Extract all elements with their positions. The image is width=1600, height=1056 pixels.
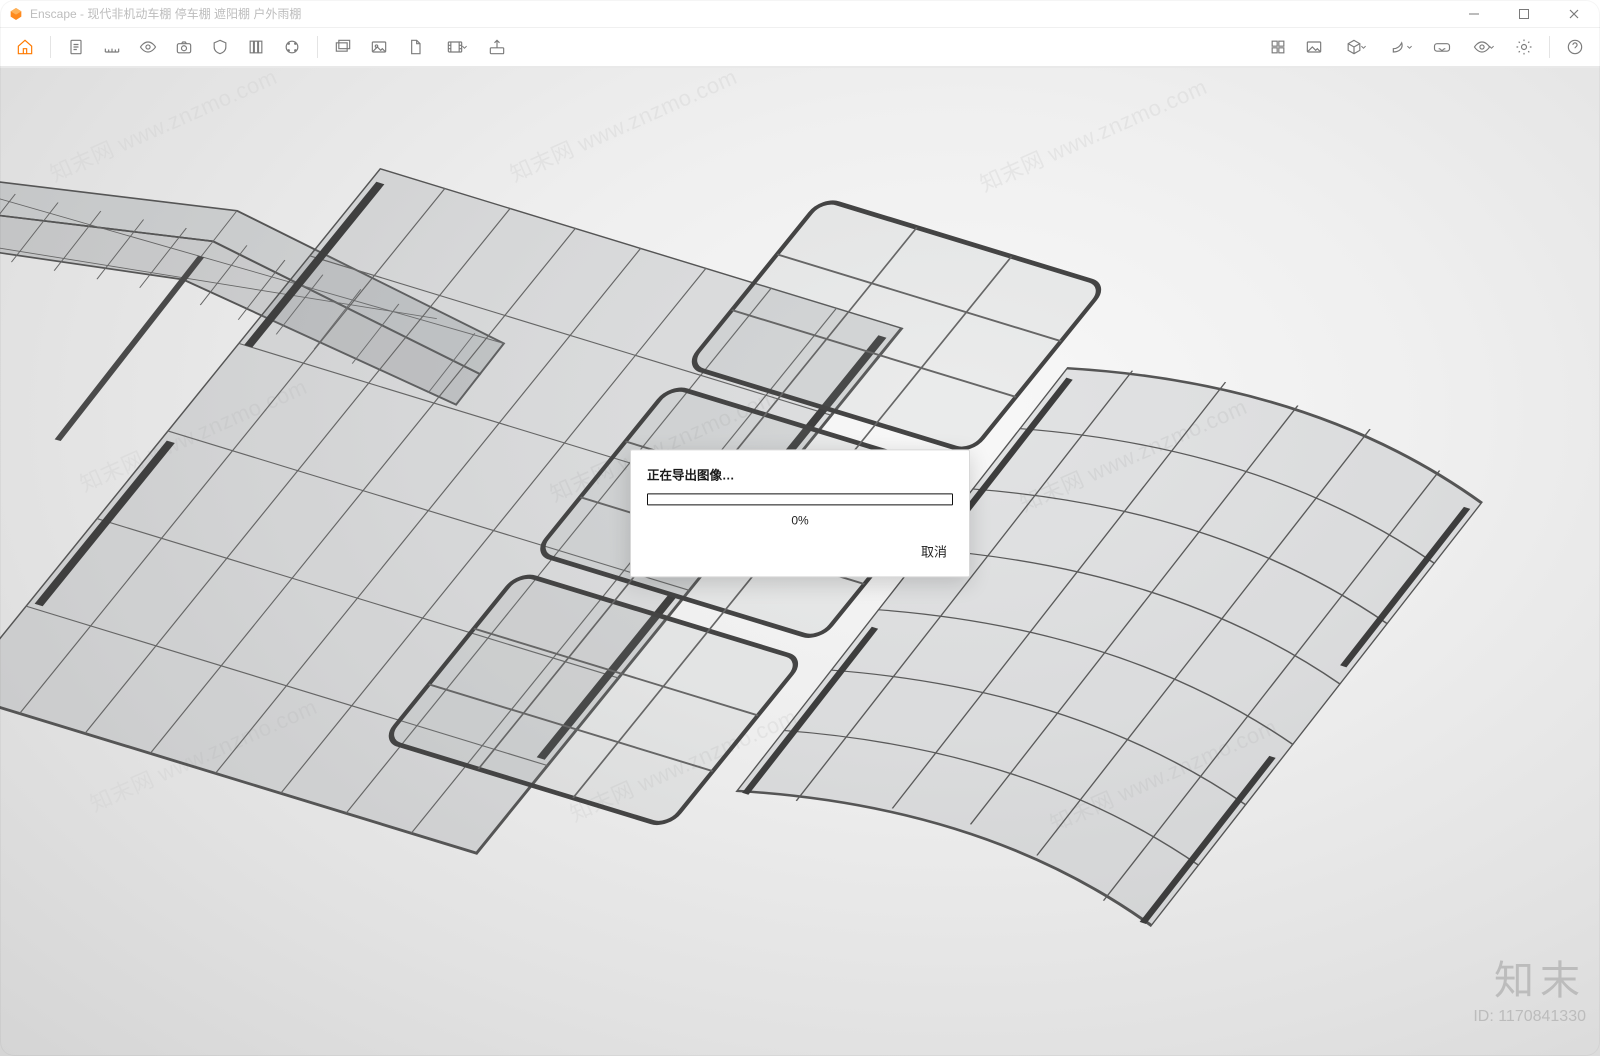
app-name: Enscape: [30, 7, 77, 21]
materials-button[interactable]: [239, 31, 273, 63]
mono-button[interactable]: [398, 31, 432, 63]
settings-button[interactable]: [1507, 31, 1541, 63]
live-button[interactable]: [95, 31, 129, 63]
window-close-button[interactable]: [1552, 0, 1596, 28]
camera-icon: [174, 37, 194, 57]
brand-name: 知末: [1473, 948, 1586, 1006]
toolbar: [0, 28, 1600, 68]
views-button[interactable]: [167, 31, 201, 63]
feedback-dropdown[interactable]: [1379, 31, 1423, 63]
start-button[interactable]: [59, 31, 93, 63]
close-icon: [1568, 8, 1580, 20]
export-progress-dialog: 正在导出图像… 0% 取消: [630, 449, 970, 577]
watermark: 知末网 www.znzmo.com: [504, 68, 741, 189]
home-icon: [15, 37, 35, 57]
chevron-down-icon: [1488, 44, 1495, 51]
image-button[interactable]: [1297, 31, 1331, 63]
window-maximize-button[interactable]: [1502, 0, 1546, 28]
dialog-message: 正在导出图像…: [647, 464, 953, 483]
title-sep: -: [77, 7, 88, 21]
brand-id: ID: 1170841330: [1473, 1008, 1586, 1026]
chevron-down-icon: [461, 44, 468, 51]
window-minimize-button[interactable]: [1452, 0, 1496, 28]
site-button[interactable]: [1261, 31, 1295, 63]
app-logo-icon: [8, 6, 24, 22]
toolbar-divider: [317, 36, 318, 58]
watermark-brand: 知末 ID: 1170841330: [1473, 948, 1586, 1026]
document-icon: [66, 37, 86, 57]
upload-button[interactable]: [480, 31, 514, 63]
gear-icon: [1514, 37, 1534, 57]
progress-bar: [647, 493, 953, 505]
cancel-button[interactable]: 取消: [915, 537, 953, 564]
eye-icon: [138, 37, 158, 57]
vr-icon: [1432, 37, 1452, 57]
dots-icon: [282, 37, 302, 57]
chevron-down-icon: [1360, 44, 1367, 51]
progress-value: 0%: [647, 513, 953, 527]
home-button[interactable]: [8, 31, 42, 63]
shield-icon: [210, 37, 230, 57]
grid-icon: [1268, 37, 1288, 57]
assets-button[interactable]: [275, 31, 309, 63]
help-icon: [1565, 37, 1585, 57]
picture-icon: [1304, 37, 1324, 57]
titlebar: Enscape - 现代非机动车棚 停车棚 遮阳棚 户外雨棚: [0, 0, 1600, 28]
minimize-icon: [1468, 8, 1480, 20]
ruler-icon: [102, 37, 122, 57]
sound-button[interactable]: [203, 31, 237, 63]
doc-title: 现代非机动车棚 停车棚 遮阳棚 户外雨棚: [87, 7, 301, 21]
sync-button[interactable]: [131, 31, 165, 63]
chevron-down-icon: [1406, 44, 1413, 51]
toolbar-divider: [50, 36, 51, 58]
image-icon: [369, 37, 389, 57]
maximize-icon: [1518, 8, 1530, 20]
batch-button[interactable]: [326, 31, 360, 63]
=[interactable]: 知末网 www.znzmo.com 知末网 www.znzmo.com 知末网 …: [0, 68, 1600, 1056]
page-icon: [405, 37, 425, 57]
library-icon: [246, 37, 266, 57]
export-dropdown[interactable]: [434, 31, 478, 63]
watermark: 知末网 www.znzmo.com: [974, 69, 1211, 198]
visual-dropdown[interactable]: [1461, 31, 1505, 63]
window-title: Enscape - 现代非机动车棚 停车棚 遮阳棚 户外雨棚: [30, 5, 301, 22]
toolbar-divider: [1549, 36, 1550, 58]
vr-button[interactable]: [1425, 31, 1459, 63]
cube-dropdown[interactable]: [1333, 31, 1377, 63]
frames-icon: [333, 37, 353, 57]
help-button[interactable]: [1558, 31, 1592, 63]
screenshot-button[interactable]: [362, 31, 396, 63]
upload-icon: [487, 37, 507, 57]
